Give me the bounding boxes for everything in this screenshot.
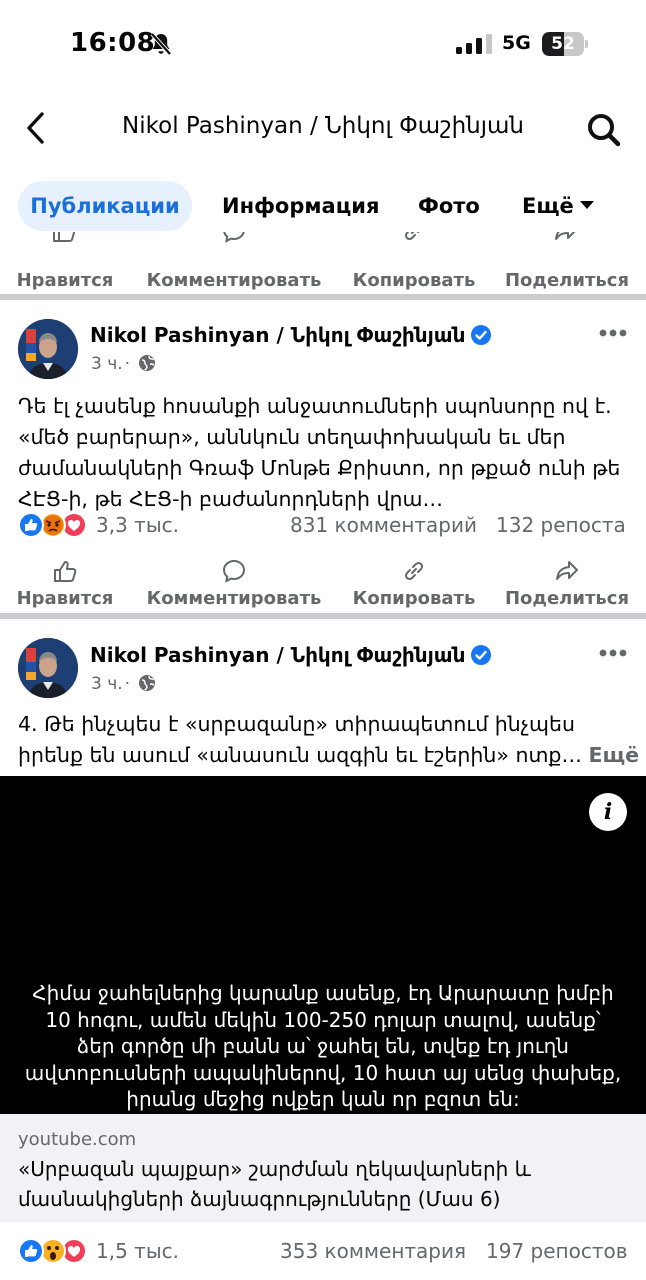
like-label: Нравится bbox=[16, 588, 114, 609]
copy-label: Копировать bbox=[352, 588, 476, 609]
post-text-line: ՀԷՑ-ի, թե ՀԷՑ-ի բաժանորդների վրա… bbox=[18, 487, 443, 511]
video-subtitles: Հիմա ջահելներից կարանք ասենք, էդ Արարատը… bbox=[20, 980, 626, 1113]
link-title-line: մասնակիցների ձայնագրությունները (Մաս 6) bbox=[18, 1187, 501, 1211]
share-label: Поделиться bbox=[504, 270, 629, 291]
search-icon[interactable] bbox=[584, 110, 624, 150]
post-text-line: Դե էլ չասենք հոսանքի անջատումների սպոնսո… bbox=[18, 394, 612, 418]
comment-button[interactable]: Комментировать bbox=[144, 266, 324, 291]
post-text-line: ժամանակների Գռաֆ Մոնթե Քրիստո, որ թքած ո… bbox=[18, 456, 621, 480]
subtitle-line: ձեր գործը մի բանն ա՝ ջահել են, տվեք էդ յ… bbox=[77, 1034, 569, 1058]
page-title: Nikol Pashinyan / Նիկոլ Փաշինյան bbox=[122, 113, 524, 139]
globe-icon bbox=[139, 355, 156, 371]
reaction-icons[interactable] bbox=[18, 1238, 88, 1264]
subtitle-line: Հիմա ջահելներից կարանք ասենք, էդ Արարատը… bbox=[32, 981, 614, 1005]
post-text-line: 4. Թե ինչպես է «սրբազանը» տիրապետում ինչ… bbox=[18, 712, 576, 736]
post-time: 3 ч. bbox=[91, 354, 123, 374]
post-text-line: իրենք են ասում «անասուն ազգին եւ էշերին»… bbox=[18, 743, 582, 767]
avatar[interactable] bbox=[18, 319, 78, 379]
caret-down-icon bbox=[579, 201, 594, 209]
copy-button[interactable]: Копировать bbox=[344, 266, 484, 291]
tab-info[interactable]: Информация bbox=[222, 181, 379, 231]
share-button[interactable]: Поделиться bbox=[500, 266, 634, 291]
more-options-icon[interactable] bbox=[598, 648, 628, 658]
post-author[interactable]: Nikol Pashinyan / Նիկոլ Փաշինյան bbox=[90, 643, 492, 667]
like-label: Нравится bbox=[16, 270, 114, 291]
link-title: «Սրբազան պայքար» շարժման ղեկավարների և մ… bbox=[18, 1154, 628, 1214]
copy-label: Копировать bbox=[352, 270, 476, 291]
subtitle-line: իրանց մեջից ովքեր կան որ բզոտ են: bbox=[126, 1087, 520, 1111]
comment-label: Комментировать bbox=[146, 270, 322, 291]
post-meta: 3 ч. · bbox=[91, 354, 156, 374]
post-text[interactable]: Դե էլ չասենք հոսանքի անջատումների սպոնսո… bbox=[18, 391, 634, 515]
author-name: Nikol Pashinyan / Նիկոլ Փաշինյան bbox=[90, 643, 466, 667]
tab-posts[interactable]: Публикации bbox=[18, 181, 192, 231]
link-title-line: «Սրբազան պայքար» շարժման ղեկավարների և bbox=[18, 1157, 531, 1181]
separator bbox=[0, 294, 646, 300]
more-options-icon[interactable] bbox=[598, 328, 628, 338]
battery-percent: 52 bbox=[551, 34, 575, 54]
back-button[interactable] bbox=[20, 108, 56, 148]
battery-indicator: 52 bbox=[542, 32, 588, 56]
separator bbox=[0, 613, 646, 619]
like-icon bbox=[54, 561, 77, 582]
post-text[interactable]: 4. Թե ինչպես է «սրբազանը» տիրապետում ինչ… bbox=[18, 709, 639, 771]
post-meta: 3 ч. · bbox=[91, 674, 156, 694]
comment-icon bbox=[222, 559, 246, 583]
post-text-line: «մեծ բարերար», աննկուն տեղափոխական եւ մե… bbox=[18, 425, 566, 449]
globe-icon bbox=[139, 675, 156, 691]
comment-label: Комментировать bbox=[146, 588, 322, 609]
tab-more-label: Ещё bbox=[522, 194, 574, 218]
comments-count[interactable]: 353 комментария bbox=[280, 1239, 466, 1263]
comments-count[interactable]: 831 комментарий bbox=[290, 513, 477, 537]
share-icon bbox=[556, 561, 578, 580]
reaction-icons[interactable] bbox=[18, 512, 88, 538]
signal-icon bbox=[456, 34, 492, 54]
post-time: 3 ч. bbox=[91, 674, 123, 694]
subtitle-line: 10 հոգու, ամեն մեկին 100-250 դոլար տալով… bbox=[45, 1007, 601, 1032]
shares-count[interactable]: 197 репостов bbox=[486, 1239, 628, 1263]
copy-button[interactable]: Копировать bbox=[344, 558, 484, 609]
subtitle-line: ավտոբուսների ապակիներով, 10 հատ այ սենց … bbox=[24, 1060, 622, 1085]
author-name: Nikol Pashinyan / Նիկոլ Փաշինյան bbox=[90, 323, 466, 347]
see-more-link[interactable]: Ещё bbox=[589, 743, 640, 767]
network-label: 5G bbox=[502, 32, 531, 54]
shares-count[interactable]: 132 репоста bbox=[496, 513, 626, 537]
like-button[interactable]: Нравится bbox=[8, 558, 122, 609]
comment-button[interactable]: Комментировать bbox=[144, 558, 324, 609]
verified-badge-icon bbox=[471, 645, 492, 665]
like-button[interactable]: Нравится bbox=[8, 266, 122, 291]
verified-badge-icon bbox=[471, 325, 492, 345]
share-button[interactable]: Поделиться bbox=[500, 558, 634, 609]
action-bar-prev-icons bbox=[0, 232, 646, 244]
reactions-count[interactable]: 1,5 тыс. bbox=[96, 1239, 179, 1263]
post-author[interactable]: Nikol Pashinyan / Նիկոլ Փաշինյան bbox=[90, 323, 492, 347]
avatar[interactable] bbox=[18, 638, 78, 698]
tab-more[interactable]: Ещё bbox=[522, 181, 594, 231]
status-time: 16:08 bbox=[70, 28, 156, 58]
link-icon bbox=[404, 561, 424, 581]
link-domain: youtube.com bbox=[18, 1129, 137, 1150]
reactions-count[interactable]: 3,3 тыс. bbox=[96, 513, 179, 537]
bell-slash-icon bbox=[150, 32, 172, 56]
share-label: Поделиться bbox=[504, 588, 629, 609]
info-icon[interactable]: i bbox=[589, 793, 627, 831]
tab-photos[interactable]: Фото bbox=[418, 181, 480, 231]
